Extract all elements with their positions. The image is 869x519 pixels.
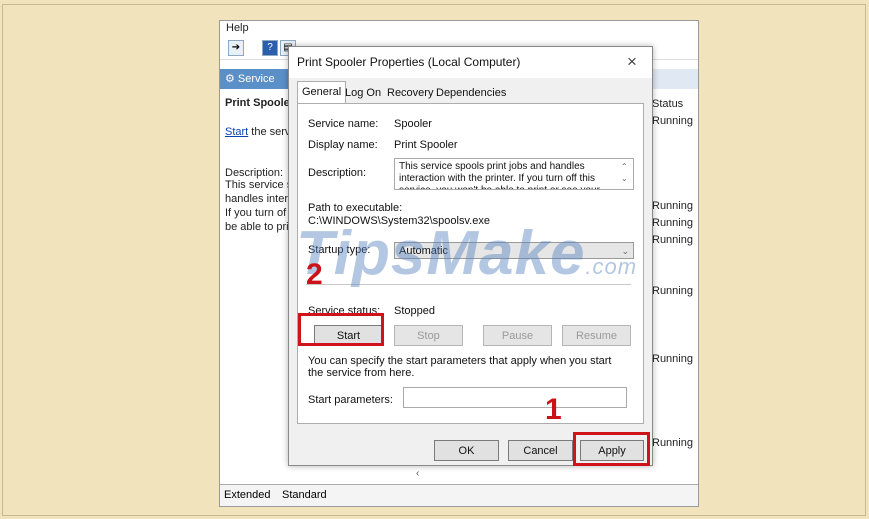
- step-1-label: 1: [545, 393, 562, 426]
- status-cell: Running: [652, 217, 693, 229]
- status-cell: Running: [652, 234, 693, 246]
- description-text: This service spools print jobs and handl…: [399, 161, 600, 189]
- menu-help[interactable]: Help: [220, 21, 698, 37]
- tab-extended[interactable]: Extended: [224, 489, 270, 501]
- start-highlight-box: [298, 313, 384, 346]
- description-scrollbar[interactable]: ⌃ ⌄: [621, 161, 631, 185]
- display-name-label: Display name:: [308, 139, 378, 151]
- status-cell: Running: [652, 437, 693, 449]
- description-textbox[interactable]: This service spools print jobs and handl…: [394, 158, 634, 190]
- start-link-line: Start the serv: [225, 126, 290, 138]
- help-icon[interactable]: ?: [262, 40, 278, 56]
- pause-button[interactable]: Pause: [483, 325, 552, 346]
- header-strip: [650, 69, 698, 89]
- left-desc-line: handles inter: [225, 193, 288, 205]
- export-icon[interactable]: ➔: [228, 40, 244, 56]
- status-column-header[interactable]: Status: [652, 98, 683, 110]
- tab-general[interactable]: General: [297, 81, 347, 104]
- watermark: TipsMake.com: [296, 218, 637, 289]
- tab-log-on[interactable]: Log On: [341, 83, 385, 103]
- ok-button[interactable]: OK: [434, 440, 499, 461]
- display-name-value: Print Spooler: [394, 139, 458, 151]
- service-name-label: Service name:: [308, 118, 379, 130]
- status-cell: Running: [652, 285, 693, 297]
- apply-highlight-box: [573, 432, 650, 466]
- status-cell: Running: [652, 200, 693, 212]
- service-name-value: Spooler: [394, 118, 432, 130]
- service-status-value: Stopped: [394, 305, 435, 317]
- path-label: Path to executable:: [308, 202, 403, 214]
- left-description-label: Description:: [225, 167, 284, 179]
- view-tabs: Extended Standard: [220, 484, 698, 506]
- services-icon: ⚙: [225, 73, 238, 85]
- left-desc-line: If you turn of: [225, 207, 287, 219]
- start-service-link[interactable]: Start: [225, 126, 248, 138]
- services-header: ⚙ Service: [220, 69, 290, 89]
- tab-standard[interactable]: Standard: [282, 489, 327, 501]
- start-parameters-input[interactable]: [403, 387, 627, 408]
- stop-button[interactable]: Stop: [394, 325, 463, 346]
- status-cell: Running: [652, 353, 693, 365]
- watermark-suffix: .com: [585, 254, 638, 279]
- start-params-help: You can specify the start parameters tha…: [308, 355, 612, 379]
- step-2-label: 2: [306, 258, 323, 291]
- close-icon[interactable]: ×: [622, 52, 642, 72]
- resume-button[interactable]: Resume: [562, 325, 631, 346]
- watermark-text: TipsMake: [296, 219, 586, 288]
- start-link-rest: the serv: [248, 126, 291, 138]
- left-desc-line: This service s: [225, 179, 293, 191]
- left-desc-line: be able to pri: [225, 221, 289, 233]
- start-params-label: Start parameters:: [308, 394, 393, 406]
- tab-recovery[interactable]: Recovery: [383, 83, 437, 103]
- dialog-title: Print Spooler Properties (Local Computer…: [289, 47, 652, 78]
- tab-dependencies[interactable]: Dependencies: [432, 83, 510, 103]
- scroll-left-arrow[interactable]: ‹: [416, 468, 419, 479]
- status-cell: Running: [652, 115, 693, 127]
- description-label: Description:: [308, 167, 367, 179]
- cancel-button[interactable]: Cancel: [508, 440, 573, 461]
- left-service-title: Print Spoole: [225, 97, 290, 109]
